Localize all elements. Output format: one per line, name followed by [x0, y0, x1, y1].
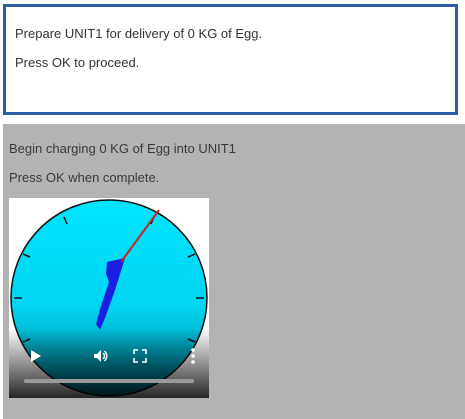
volume-icon[interactable]: [91, 346, 111, 366]
previous-step-prompt: Press OK to proceed.: [15, 55, 140, 70]
video-controls: [9, 328, 209, 398]
previous-step-instruction: Prepare UNIT1 for delivery of 0 KG of Eg…: [15, 26, 263, 41]
play-icon[interactable]: [25, 346, 45, 366]
more-vertical-icon[interactable]: [183, 346, 203, 366]
video-progress-bar[interactable]: [24, 379, 194, 383]
current-step-panel: Begin charging 0 KG of Egg into UNIT1 Pr…: [3, 124, 465, 419]
instruction-video[interactable]: [9, 198, 209, 398]
previous-step-box: Prepare UNIT1 for delivery of 0 KG of Eg…: [3, 4, 458, 115]
fullscreen-icon[interactable]: [130, 346, 150, 366]
current-step-instruction: Begin charging 0 KG of Egg into UNIT1: [9, 141, 236, 156]
current-step-prompt: Press OK when complete.: [9, 170, 160, 185]
